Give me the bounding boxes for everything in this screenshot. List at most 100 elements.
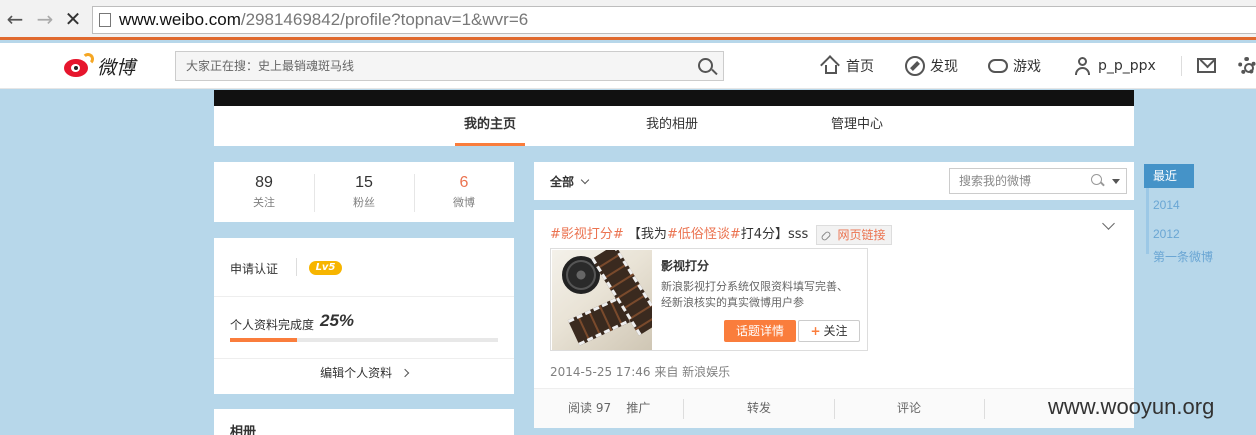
chevron-down-icon: [580, 175, 590, 185]
nav-user[interactable]: p_p_ppx: [1073, 54, 1156, 78]
web-link-tag[interactable]: 网页链接: [816, 224, 893, 245]
nav-discover-label: 发现: [930, 59, 958, 75]
topic-card[interactable]: 影视打分 新浪影视打分系统仅限资料填写完善、经新浪核实的真实微博用户参 话题详情…: [550, 248, 868, 351]
promote-link[interactable]: 推广: [626, 401, 650, 415]
feed-search-placeholder: 搜索我的微博: [959, 174, 1032, 188]
stat-followers[interactable]: 15 粉丝: [314, 162, 414, 222]
discover-icon: [905, 56, 925, 76]
post-text-segment: 【我为: [623, 227, 667, 242]
verify-link[interactable]: 申请认证: [230, 260, 278, 277]
weibo-logo[interactable]: 微博: [62, 52, 135, 80]
page-icon: [99, 13, 111, 27]
logo-text: 微博: [97, 56, 136, 79]
gear-icon[interactable]: [1238, 57, 1256, 75]
info-separator: [214, 358, 514, 359]
follow-button[interactable]: + 关注: [798, 320, 860, 342]
post-reads-promote: 阅读 97 推广: [550, 389, 670, 429]
topic-card-description: 新浪影视打分系统仅限资料填写完善、经新浪核实的真实微博用户参: [661, 280, 848, 309]
browser-toolbar: ← → ✕ www.weibo.com/2981469842/profile?t…: [0, 0, 1256, 40]
nav-game-label: 游戏: [1013, 59, 1041, 75]
post-text-segment: 打4分】sss: [740, 227, 809, 242]
album-title: 相册: [230, 425, 257, 435]
stat-posts[interactable]: 6 微博: [414, 162, 514, 222]
edit-profile-label: 编辑个人资料: [320, 366, 393, 380]
info-divider: [296, 258, 297, 276]
completeness-progress-fill: [230, 338, 297, 342]
post-menu-chevron-icon[interactable]: [1102, 217, 1115, 230]
edit-profile-link[interactable]: 编辑个人资料: [214, 364, 514, 381]
forward-arrow-icon[interactable]: →: [34, 8, 56, 30]
stat-following[interactable]: 89 关注: [214, 162, 314, 222]
url-path: /2981469842/profile?topnav=1&wvr=6: [240, 10, 529, 29]
feed-post: #影视打分# 【我为#低俗怪谈#打4分】sss 网页链接 影视打分 新浪影视打分…: [534, 210, 1134, 428]
filter-label: 全部: [550, 175, 575, 189]
stat-posts-count: 6: [459, 174, 469, 191]
top-navigation: 微博 大家正在搜：史上最销魂斑马线 首页 发现 游戏 p_p_ppx: [0, 43, 1256, 89]
tab-my-album[interactable]: 我的相册: [637, 106, 707, 146]
nav-divider: [1181, 56, 1182, 76]
stat-followers-label: 粉丝: [353, 196, 375, 209]
address-bar[interactable]: www.weibo.com/2981469842/profile?topnav=…: [92, 6, 1256, 34]
game-icon: [988, 59, 1008, 73]
weibo-eye-icon: [62, 53, 94, 79]
back-arrow-icon[interactable]: ←: [4, 8, 26, 30]
timeline-first-post[interactable]: 第一条微博: [1153, 248, 1213, 265]
topic-card-title[interactable]: 影视打分: [661, 257, 709, 274]
forward-button[interactable]: 转发: [684, 389, 834, 429]
user-icon: [1073, 56, 1093, 76]
post-actions: 阅读 97 推广 转发 评论: [534, 388, 1134, 428]
nav-home-label: 首页: [846, 59, 874, 75]
nav-home[interactable]: 首页: [820, 54, 874, 78]
level-badge[interactable]: Lv5: [309, 261, 342, 275]
post-meta: 2014-5-25 17:46 来自 新浪娱乐: [550, 365, 731, 379]
completeness-value: 25%: [320, 311, 355, 330]
year-timeline: 最近 2014 2012 第一条微博: [1144, 164, 1213, 264]
topic-link[interactable]: #低俗怪谈#: [667, 227, 741, 242]
tab-manage-center[interactable]: 管理中心: [822, 106, 892, 146]
link-icon: [820, 229, 833, 242]
completeness-progress-bar: [230, 338, 498, 342]
timeline-recent[interactable]: 最近: [1144, 164, 1194, 188]
search-icon[interactable]: [1091, 174, 1102, 185]
nav-discover[interactable]: 发现: [905, 54, 958, 78]
mail-icon[interactable]: [1197, 58, 1216, 73]
global-search-input[interactable]: 大家正在搜：史上最销魂斑马线: [175, 51, 724, 81]
nav-user-label: p_p_ppx: [1098, 58, 1156, 74]
film-reel-thumbnail[interactable]: [552, 250, 652, 350]
web-link-label: 网页链接: [837, 227, 886, 242]
profile-info-card: 申请认证 Lv5 个人资料完成度 25% 编辑个人资料: [214, 238, 514, 394]
album-card: 相册: [214, 409, 514, 435]
search-placeholder: 大家正在搜：史上最销魂斑马线: [186, 59, 355, 73]
stat-following-count: 89: [255, 174, 273, 191]
stat-following-label: 关注: [253, 196, 275, 209]
plus-icon: +: [810, 324, 821, 338]
url-host: www.weibo.com: [119, 10, 241, 29]
profile-stats: 89 关注 15 粉丝 6 微博: [214, 162, 514, 222]
action-divider: [984, 399, 985, 419]
dropdown-caret-icon[interactable]: [1112, 179, 1120, 184]
comment-button[interactable]: 评论: [834, 389, 984, 429]
topic-link[interactable]: #影视打分#: [550, 227, 624, 242]
follow-label: 关注: [823, 324, 848, 338]
timeline-line: [1146, 188, 1149, 254]
info-separator: [214, 296, 514, 297]
feed-filter-bar: 全部 搜索我的微博: [534, 162, 1134, 200]
completeness-label: 个人资料完成度: [230, 318, 315, 332]
feed-search-input[interactable]: 搜索我的微博: [949, 168, 1127, 194]
profile-tabs: 我的主页 我的相册 管理中心: [214, 106, 1134, 146]
tab-my-home[interactable]: 我的主页: [455, 106, 525, 146]
filter-dropdown[interactable]: 全部: [550, 173, 590, 190]
nav-game[interactable]: 游戏: [988, 54, 1041, 78]
post-text: #影视打分# 【我为#低俗怪谈#打4分】sss 网页链接: [550, 223, 893, 245]
timeline-year[interactable]: 2012: [1153, 227, 1180, 241]
search-icon[interactable]: [698, 58, 713, 73]
timeline-year[interactable]: 2014: [1153, 198, 1180, 212]
stat-followers-count: 15: [355, 174, 373, 191]
topic-details-button[interactable]: 话题详情: [724, 320, 796, 342]
stop-icon[interactable]: ✕: [62, 8, 84, 30]
profile-cover: [214, 90, 1134, 106]
watermark-text: www.wooyun.org: [1048, 394, 1215, 419]
home-icon: [820, 55, 841, 76]
stat-posts-label: 微博: [453, 196, 475, 209]
chevron-right-icon: [400, 368, 410, 378]
